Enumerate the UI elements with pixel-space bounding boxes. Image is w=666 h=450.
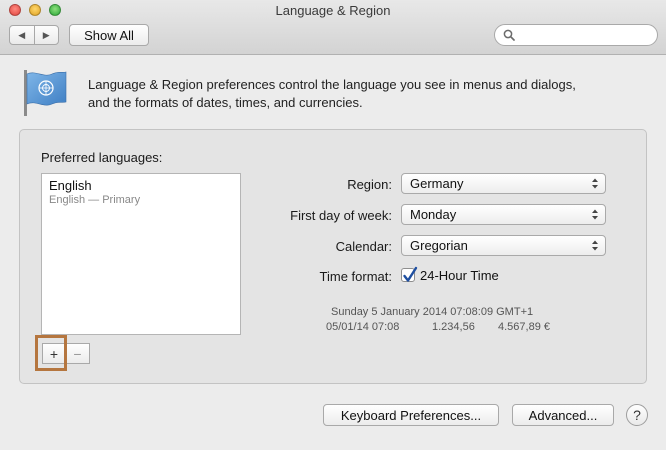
back-arrow-icon: ◀ — [18, 29, 26, 40]
24-hour-checkbox[interactable] — [401, 266, 418, 282]
updown-arrows-icon — [592, 209, 598, 220]
add-language-button[interactable]: + — [42, 343, 66, 364]
region-label: Region: — [347, 177, 392, 192]
sample-number: 1.234,56 — [432, 321, 475, 333]
language-name: English — [49, 178, 92, 193]
window-title: Language & Region — [275, 3, 391, 18]
forward-arrow-icon: ▶ — [42, 29, 50, 40]
calendar-value: Gregorian — [410, 238, 468, 253]
preferred-languages-list[interactable]: English English — Primary — [41, 173, 241, 335]
updown-arrows-icon — [592, 240, 598, 251]
region-value: Germany — [410, 176, 464, 191]
sample-currency: 4.567,89 € — [498, 321, 550, 333]
forward-button[interactable]: ▶ — [33, 26, 59, 44]
back-button[interactable]: ◀ — [10, 26, 34, 44]
advanced-button[interactable]: Advanced... — [512, 404, 614, 426]
first-day-label: First day of week: — [290, 208, 392, 223]
first-day-value: Monday — [410, 207, 457, 222]
language-detail: English — Primary — [49, 194, 141, 206]
calendar-label: Calendar: — [335, 239, 392, 254]
intro-description: Language & Region preferences control th… — [88, 76, 648, 112]
checkmark-icon — [403, 266, 418, 282]
time-format-label: Time format: — [319, 269, 392, 284]
keyboard-preferences-button[interactable]: Keyboard Preferences... — [323, 404, 499, 426]
preferred-languages-label: Preferred languages: — [41, 150, 163, 165]
sample-long-date: Sunday 5 January 2014 07:08:09 GMT+1 — [331, 306, 534, 318]
calendar-popup[interactable]: Gregorian — [401, 235, 606, 256]
intro-line-2: and the formats of dates, times, and cur… — [88, 95, 363, 110]
help-button[interactable]: ? — [626, 404, 648, 426]
search-icon — [503, 29, 515, 41]
show-all-button[interactable]: Show All — [69, 24, 149, 46]
remove-language-button[interactable]: − — [66, 343, 90, 364]
updown-arrows-icon — [592, 178, 598, 189]
24-hour-label: 24-Hour Time — [420, 268, 499, 283]
sample-short-date: 05/01/14 07:08 — [326, 321, 400, 333]
first-day-popup[interactable]: Monday — [401, 204, 606, 225]
preferences-window: Language & Region ◀ ▶ Show All Language … — [0, 0, 666, 450]
toolbar: Language & Region ◀ ▶ Show All — [0, 0, 666, 55]
region-popup[interactable]: Germany — [401, 173, 606, 194]
search-field[interactable] — [494, 24, 658, 46]
un-flag-icon — [24, 70, 67, 116]
back-forward-control: ◀ ▶ — [9, 25, 59, 45]
search-input[interactable] — [519, 27, 649, 43]
intro-line-1: Language & Region preferences control th… — [88, 77, 576, 92]
